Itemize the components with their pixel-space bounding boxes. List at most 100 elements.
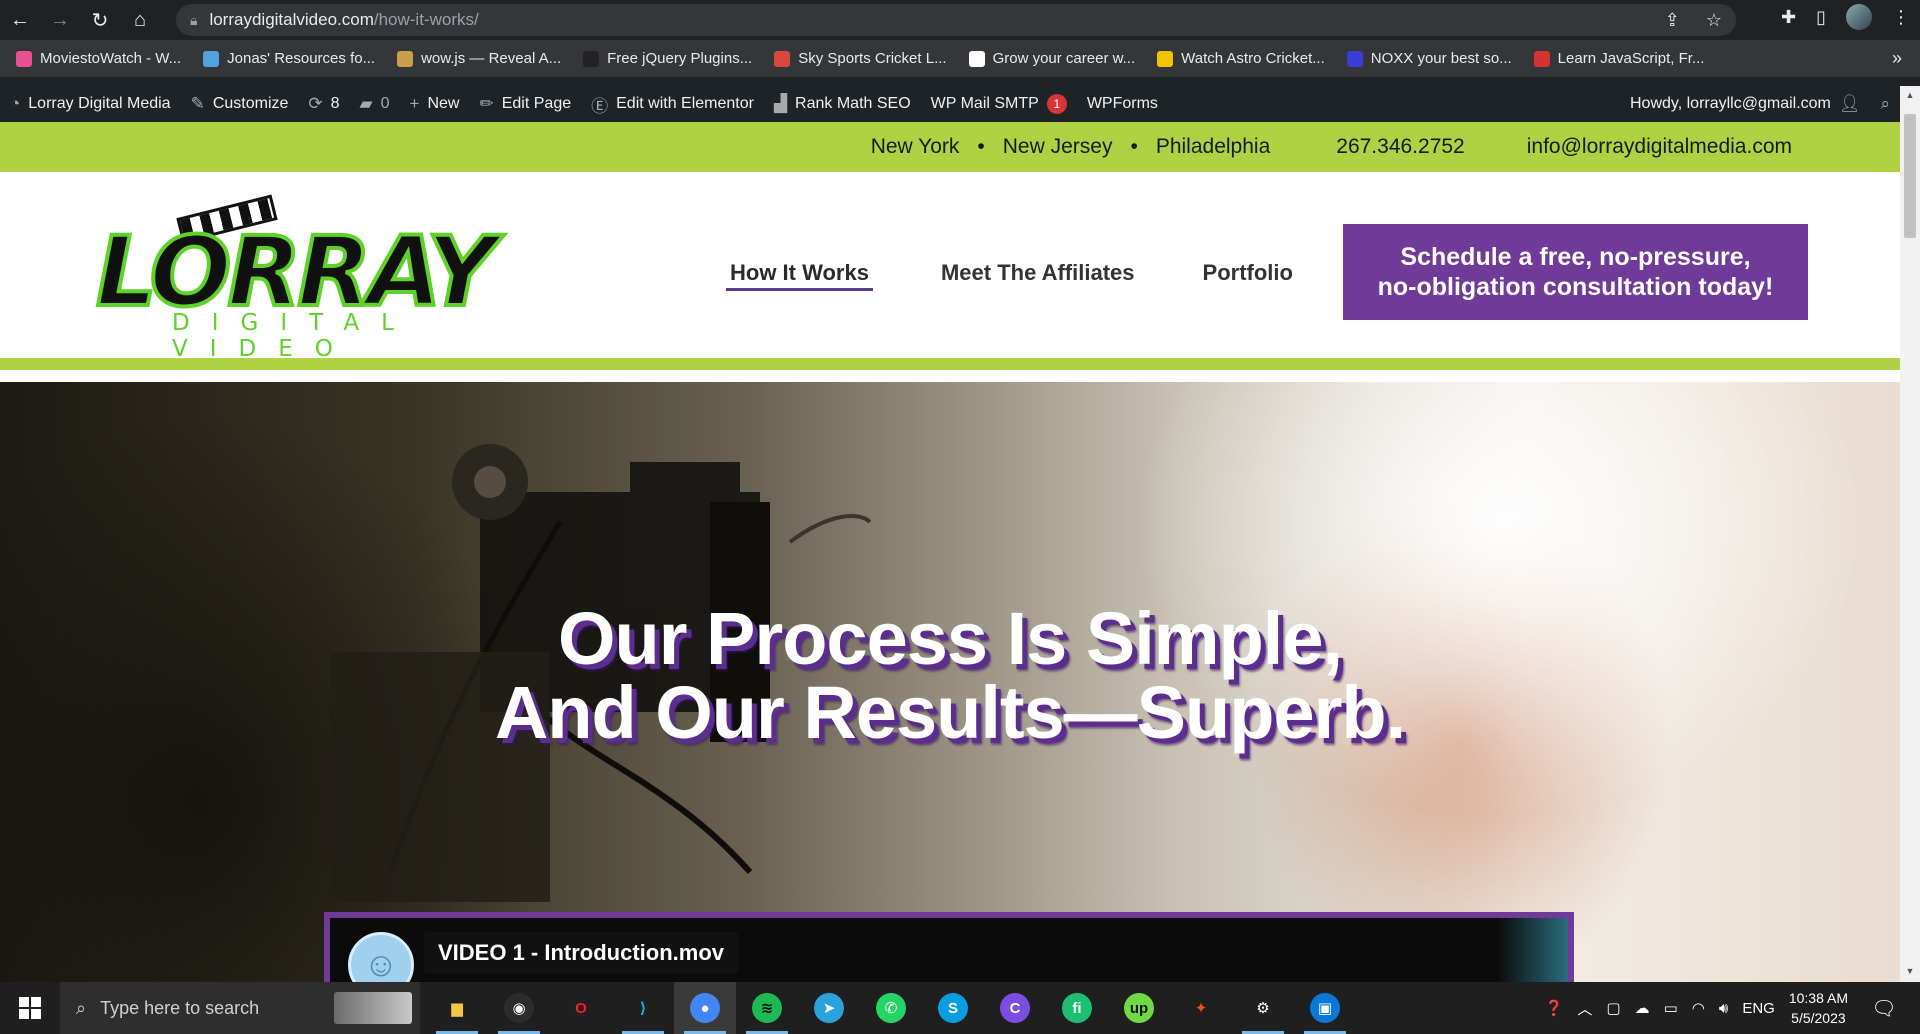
more-bookmarks-icon[interactable]: » <box>1892 48 1902 69</box>
bookmark-item[interactable]: NOXX your best so... <box>1346 50 1512 67</box>
store-icon: ▣ <box>1310 993 1340 1023</box>
whatsapp-icon: ✆ <box>876 993 906 1023</box>
reload-icon[interactable]: ↻ <box>80 0 120 40</box>
spotify-icon: ≋ <box>752 993 782 1023</box>
taskbar-app-spotify[interactable]: ≋ <box>736 982 798 1034</box>
page-scrollbar[interactable]: ▲ ▼ <box>1900 86 1920 982</box>
volume-icon[interactable]: 🔊︎ <box>1719 1000 1728 1017</box>
scroll-thumb[interactable] <box>1904 114 1916 238</box>
taskbar-app-obs-studio[interactable]: ◉ <box>488 982 550 1034</box>
video-thumbnail-edge <box>1498 918 1568 982</box>
bookmark-item[interactable]: Sky Sports Cricket L... <box>774 50 947 67</box>
contact-info-bar: New York • New Jersey • Philadelphia 267… <box>0 122 1900 172</box>
obs-studio-icon: ◉ <box>504 993 534 1023</box>
profile-avatar[interactable] <box>1846 4 1872 30</box>
start-button[interactable] <box>0 982 60 1034</box>
bookmark-item[interactable]: Watch Astro Cricket... <box>1157 50 1325 67</box>
bookmark-item[interactable]: MoviestoWatch - W... <box>16 50 181 67</box>
separator-dot: • <box>977 135 985 158</box>
meet-now-icon[interactable]: ▢ <box>1606 999 1620 1017</box>
menu-meet-the-affiliates[interactable]: Meet The Affiliates <box>941 260 1135 291</box>
logo-sub-text: DIGITAL VIDEO <box>172 310 416 362</box>
forward-arrow-icon[interactable]: → <box>40 0 80 40</box>
phone-link[interactable]: 267.346.2752 <box>1336 135 1464 159</box>
taskbar-app-skype[interactable]: S <box>922 982 984 1034</box>
wp-mail-badge: 1 <box>1046 94 1067 114</box>
wp-account[interactable]: Howdy, lorrayllc@gmail.com 👤︎ <box>1620 86 1870 122</box>
fiverr-icon: fi <box>1062 993 1092 1023</box>
settings-icon: ⚙ <box>1256 1000 1270 1017</box>
bookmark-item[interactable]: Grow your career w... <box>968 50 1135 67</box>
wp-new[interactable]: + New <box>400 86 470 122</box>
menu-portfolio[interactable]: Portfolio <box>1203 260 1293 291</box>
taskbar-app-figma[interactable]: ✦ <box>1170 982 1232 1034</box>
site-logo[interactable]: LORRAY DIGITAL VIDEO <box>94 194 606 362</box>
wp-edit-page-label: Edit Page <box>501 95 572 112</box>
bookmark-item[interactable]: wow.js — Reveal A... <box>397 50 561 67</box>
main-menu: How It Works Meet The Affiliates Portfol… <box>726 260 1293 291</box>
taskbar-app-store[interactable]: ▣ <box>1294 982 1356 1034</box>
email-link[interactable]: info@lorraydigitalmedia.com <box>1527 135 1792 159</box>
back-arrow-icon[interactable]: ← <box>0 0 40 40</box>
help-icon[interactable]: ❓ <box>1545 999 1564 1017</box>
wp-rank-math[interactable]: ▟ Rank Math SEO <box>764 86 921 122</box>
wp-mail-smtp[interactable]: WP Mail SMTP 1 <box>921 86 1077 122</box>
wp-edit-page[interactable]: ✏ Edit Page <box>469 86 581 122</box>
taskbar-app-opera[interactable]: O <box>550 982 612 1034</box>
separator-dot: • <box>1130 135 1138 158</box>
wp-elementor[interactable]: Ⓔ Edit with Elementor <box>581 86 764 122</box>
updates-icon: ⟳ <box>308 94 323 113</box>
skype-icon: S <box>938 993 968 1023</box>
side-panel-icon[interactable]: ▯ <box>1816 7 1826 28</box>
address-bar[interactable]: 🔒︎ lorraydigitalvideo.com/how-it-works/ … <box>176 4 1736 36</box>
taskbar-app-fiverr[interactable]: fi <box>1046 982 1108 1034</box>
taskbar-app-file-explorer[interactable]: ▆ <box>426 982 488 1034</box>
wp-updates[interactable]: ⟳ 8 <box>298 86 349 122</box>
wp-site-link[interactable]: ◔ Lorray Digital Media <box>0 86 181 122</box>
bookmark-label: Watch Astro Cricket... <box>1181 50 1325 67</box>
taskbar-search[interactable]: ⌕ Type here to search <box>60 982 420 1034</box>
dashboard-icon: ◔ <box>10 94 21 113</box>
wp-forms[interactable]: WPForms <box>1077 86 1168 122</box>
language-indicator[interactable]: ENG <box>1742 1000 1775 1017</box>
bookmark-favicon-icon <box>203 50 220 67</box>
wp-mail-label: WP Mail SMTP <box>930 95 1039 112</box>
taskbar-app-chrome[interactable]: ● <box>674 982 736 1034</box>
taskbar-app-canva[interactable]: C <box>984 982 1046 1034</box>
wp-customize[interactable]: ✎ Customize <box>181 86 299 122</box>
windows-taskbar: ⌕ Type here to search ▆ ◉ O ⟩ ● ≋ ➤ ✆ S Cfi up ✦ ⚙ ▣ … <box>0 982 1920 1034</box>
home-icon[interactable]: ⌂ <box>120 0 160 40</box>
share-icon[interactable]: ⇪ <box>1665 10 1680 31</box>
upwork-icon: up <box>1124 993 1154 1023</box>
onedrive-icon[interactable]: ☁ <box>1635 999 1650 1017</box>
notification-icon[interactable]: 🗨︎ <box>1862 982 1906 1034</box>
bookmark-item[interactable]: Free jQuery Plugins... <box>583 50 752 67</box>
bookmark-item[interactable]: Jonas' Resources fo... <box>203 50 375 67</box>
wifi-icon[interactable]: ◠ <box>1692 999 1705 1017</box>
bookmark-item[interactable]: Learn JavaScript, Fr... <box>1533 50 1704 67</box>
taskbar-app-vscode[interactable]: ⟩ <box>612 982 674 1034</box>
browser-menu-icon[interactable]: ⋮ <box>1892 7 1910 28</box>
video-player[interactable]: ☺ VIDEO 1 - Introduction.mov <box>324 912 1574 982</box>
wp-site-label: Lorray Digital Media <box>28 95 171 112</box>
wp-admin-bar: ◔ Lorray Digital Media ✎ Customize ⟳ 8 ▰ 0 +… <box>0 86 1900 122</box>
bookmark-star-icon[interactable]: ☆ <box>1706 10 1722 31</box>
wp-comments-count: 0 <box>380 95 390 112</box>
taskbar-app-whatsapp[interactable]: ✆ <box>860 982 922 1034</box>
scroll-up-arrow-icon[interactable]: ▲ <box>1904 90 1916 102</box>
tray-overflow-icon[interactable]: ︿ <box>1577 998 1592 1019</box>
wp-search[interactable]: ⌕ <box>1870 86 1900 122</box>
menu-how-it-works[interactable]: How It Works <box>726 260 873 291</box>
taskbar-app-telegram[interactable]: ➤ <box>798 982 860 1034</box>
clock[interactable]: 10:38 AM 5/5/2023 <box>1789 988 1848 1028</box>
scroll-down-arrow-icon[interactable]: ▼ <box>1904 966 1916 978</box>
wp-forms-label: WPForms <box>1086 95 1158 112</box>
wp-comments[interactable]: ▰ 0 <box>350 86 400 122</box>
taskbar-app-upwork[interactable]: up <box>1108 982 1170 1034</box>
bookmark-label: MoviestoWatch - W... <box>40 50 182 67</box>
battery-icon[interactable]: ▭ <box>1664 999 1678 1017</box>
consultation-button[interactable]: Schedule a free, no-pressure, no-obligat… <box>1343 224 1808 320</box>
extensions-icon[interactable]: ✚ <box>1781 7 1796 28</box>
elementor-icon: Ⓔ <box>591 96 609 116</box>
taskbar-app-settings[interactable]: ⚙ <box>1232 982 1294 1034</box>
